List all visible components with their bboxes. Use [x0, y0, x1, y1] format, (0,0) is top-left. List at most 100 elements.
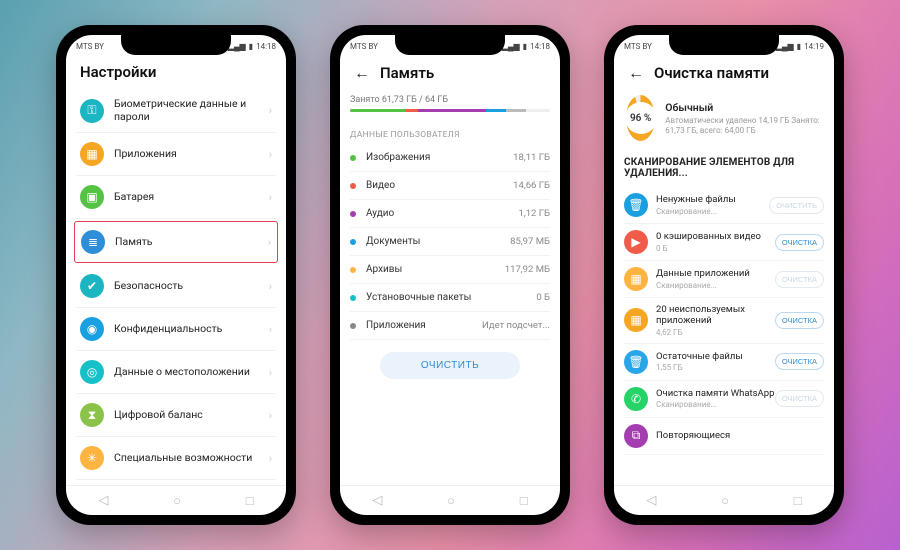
cleanup-row[interactable]: 🗑Ненужные файлыСканирование...ОЧИСТИТЬ [624, 187, 824, 224]
phone-storage: MTS BY ▂▄▆ ▮ 14:18 ← Память Занято 61,73… [330, 25, 570, 525]
usage-pct: 96 % [630, 113, 651, 124]
nav-back-icon[interactable]: ◁ [372, 493, 382, 508]
summary-row: 96 % Обычный Автоматически удалено 14,19… [624, 91, 824, 151]
chevron-right-icon: › [269, 280, 272, 293]
nav-home-icon[interactable]: ○ [721, 493, 729, 509]
nav-home-icon[interactable]: ○ [173, 493, 181, 509]
row-icon: ⚿ [80, 99, 104, 123]
cleanup-row[interactable]: ▦Данные приложенийСканирование...ОЧИСТКА [624, 261, 824, 298]
storage-bar [350, 109, 550, 112]
row-label: Установочные пакеты [366, 292, 536, 303]
storage-row[interactable]: Видео14,66 ГБ [350, 172, 550, 200]
carrier-label: MTS BY [350, 42, 378, 51]
cleanup-row[interactable]: ▶ 0 кэшированных видео 0 БОЧИСТКА [624, 224, 824, 261]
cleanup-row[interactable]: ⧉Повторяющиеся [624, 418, 824, 455]
row-value: 14,66 ГБ [513, 180, 550, 191]
nav-recents-icon[interactable]: □ [246, 493, 254, 509]
battery-icon: ▮ [249, 42, 253, 51]
row-icon: ✆ [624, 387, 648, 411]
storage-row[interactable]: ПриложенияИдет подсчет... [350, 312, 550, 340]
color-dot [350, 183, 356, 189]
back-button[interactable]: ← [628, 63, 644, 83]
settings-row[interactable]: ◉Конфиденциальность› [76, 308, 276, 351]
row-label: Аудио [366, 208, 518, 219]
storage-row[interactable]: Установочные пакеты0 Б [350, 284, 550, 312]
row-label: Память [115, 236, 268, 249]
phone-settings: MTS BY ▂▄▆ ▮ 14:18 Настройки ⚿Биометриче… [56, 25, 296, 525]
settings-row[interactable]: ⧗Цифровой баланс› [76, 394, 276, 437]
storage-content[interactable]: Занято 61,73 ГБ / 64 ГБ ДАННЫЕ ПОЛЬЗОВАТ… [340, 91, 560, 485]
row-value: 1,12 ГБ [518, 208, 550, 219]
row-subtitle: Сканирование... [656, 281, 775, 290]
phone-cleanup: MTS BY ▂▄▆ ▮ 14:19 ← Очистка памяти 96 %… [604, 25, 844, 525]
row-value: 0 Б [536, 292, 550, 303]
bar-segment [406, 109, 418, 112]
chevron-right-icon: › [269, 191, 272, 204]
clean-action-button[interactable]: ОЧИСТКА [775, 312, 824, 329]
profile-label: Обычный [665, 101, 822, 114]
row-icon: ▶ [624, 230, 648, 254]
back-button[interactable]: ← [354, 63, 370, 83]
storage-row[interactable]: Аудио1,12 ГБ [350, 200, 550, 228]
storage-row[interactable]: Архивы117,92 МБ [350, 256, 550, 284]
bar-segment [350, 109, 406, 112]
row-label: Цифровой баланс [114, 409, 269, 422]
row-label: Архивы [366, 264, 505, 275]
bar-segment [418, 109, 486, 112]
row-title: Ненужные файлы [656, 194, 769, 205]
storage-row[interactable]: Изображения18,11 ГБ [350, 144, 550, 172]
row-label: Батарея [114, 191, 269, 204]
color-dot [350, 239, 356, 245]
row-subtitle: 4,62 ГБ [656, 328, 775, 337]
settings-row[interactable]: ▦Приложения› [76, 133, 276, 176]
row-icon: ◎ [80, 360, 104, 384]
cleanup-row[interactable]: ▦20 неиспользуемых приложений4,62 ГБОЧИС… [624, 298, 824, 344]
settings-row[interactable]: ▣ Батарея› [76, 176, 276, 219]
nav-recents-icon[interactable]: □ [794, 493, 802, 509]
carrier-label: MTS BY [76, 42, 104, 51]
row-subtitle: 0 Б [656, 244, 775, 253]
clean-action-button[interactable]: ОЧИСТИТЬ [769, 197, 824, 214]
cleanup-row[interactable]: 🗑Остаточные файлы1,55 ГБОЧИСТКА [624, 344, 824, 381]
notch [395, 35, 505, 55]
clean-action-button[interactable]: ОЧИСТКА [775, 353, 824, 370]
clean-action-button[interactable]: ОЧИСТКА [775, 271, 824, 288]
nav-recents-icon[interactable]: □ [520, 493, 528, 509]
chevron-right-icon: › [269, 452, 272, 465]
settings-row[interactable]: ⚿Биометрические данные и пароли› [76, 89, 276, 133]
cleanup-row[interactable]: ✆Очистка памяти WhatsAppСканирование...О… [624, 381, 824, 418]
row-title: 0 кэшированных видео [656, 231, 775, 242]
nav-back-icon[interactable]: ◁ [646, 493, 656, 508]
clean-button[interactable]: ОЧИСТИТЬ [380, 352, 520, 379]
nav-bar: ◁ ○ □ [340, 485, 560, 515]
storage-row[interactable]: Документы85,97 МБ [350, 228, 550, 256]
row-label: Приложения [114, 148, 269, 161]
row-icon: ▣ [80, 185, 104, 209]
settings-row[interactable]: ✳Специальные возможности› [76, 437, 276, 480]
row-label: Изображения [366, 152, 513, 163]
chevron-right-icon: › [269, 323, 272, 336]
clean-action-button[interactable]: ОЧИСТКА [775, 234, 824, 251]
page-title: Настройки [80, 63, 156, 81]
row-label: Данные о местоположении [114, 366, 269, 379]
row-icon: ⧗ [80, 403, 104, 427]
nav-back-icon[interactable]: ◁ [98, 493, 108, 508]
clean-action-button[interactable]: ОЧИСТКА [775, 390, 824, 407]
cleanup-content[interactable]: 96 % Обычный Автоматически удалено 14,19… [614, 91, 834, 485]
row-icon: ◉ [80, 317, 104, 341]
nav-home-icon[interactable]: ○ [447, 493, 455, 509]
settings-row[interactable]: ◎Данные о местоположении› [76, 351, 276, 394]
row-icon: ✔ [80, 274, 104, 298]
settings-list[interactable]: ⚿Биометрические данные и пароли›▦Приложе… [66, 89, 286, 485]
row-label: Приложения [366, 320, 482, 331]
clock: 14:19 [804, 42, 824, 51]
summary-text: Автоматически удалено 14,19 ГБ Занято: 6… [665, 116, 822, 136]
settings-row[interactable]: ✔Безопасность› [76, 265, 276, 308]
clock: 14:18 [530, 42, 550, 51]
row-value: Идет подсчет... [482, 320, 550, 331]
settings-row[interactable]: ≣Память› [74, 221, 278, 263]
notch [669, 35, 779, 55]
header: ← Очистка памяти [614, 57, 834, 91]
row-title: 20 неиспользуемых приложений [656, 304, 775, 327]
row-value: 117,92 МБ [505, 264, 550, 275]
